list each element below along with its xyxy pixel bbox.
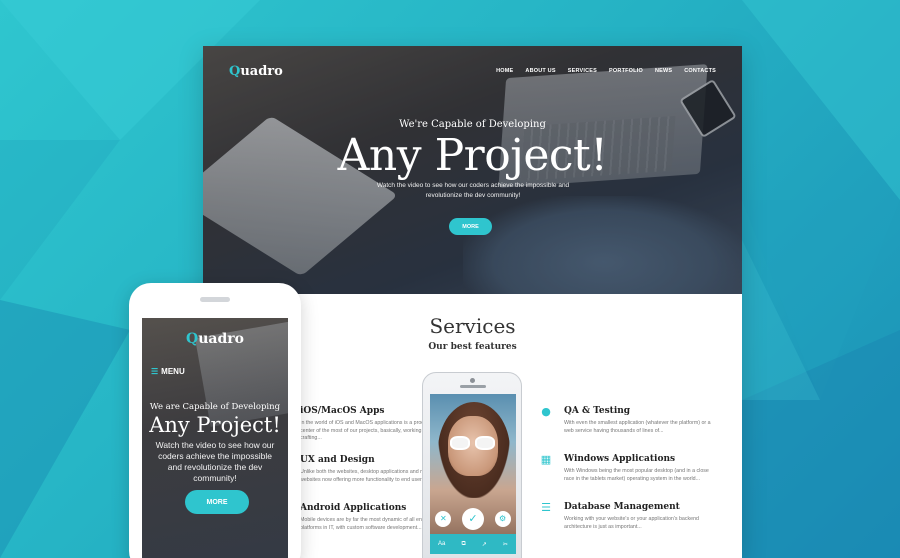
mobile-hero-title: Any Project!: [149, 413, 281, 437]
nav-item-portfolio[interactable]: PORTFOLIO: [609, 68, 643, 74]
feature-title: QA & Testing: [564, 406, 631, 416]
site-logo[interactable]: Quadro: [229, 64, 283, 79]
mobile-more-button[interactable]: MORE: [185, 490, 249, 514]
hero-description: Watch the video to see how our coders ac…: [376, 182, 570, 199]
mobile-logo[interactable]: Quadro: [142, 331, 288, 347]
hero-title: Any Project!: [337, 130, 608, 181]
mobile-hero-description: Watch the video to see how our coders ac…: [155, 440, 275, 483]
feature-title: Database Management: [564, 502, 680, 512]
nav-item-about-us[interactable]: ABOUT US: [525, 68, 555, 74]
phone-screen: ✕ ✓ ⚙ Aa ⧉ ↗ ✂: [430, 394, 516, 554]
nav-item-services[interactable]: SERVICES: [568, 68, 597, 74]
adjust-tool-icon[interactable]: ↗: [482, 541, 487, 548]
logo-initial: Q: [229, 64, 241, 79]
logo-text: uadro: [240, 64, 283, 79]
photo-toolbar: Aa ⧉ ↗ ✂: [430, 534, 516, 554]
phone-camera: [470, 378, 475, 383]
mobile-screen: Quadro ☰ MENU We are Capable of Developin…: [142, 318, 288, 558]
layers-tool-icon[interactable]: ⧉: [461, 541, 465, 548]
hero-more-button[interactable]: MORE: [449, 218, 492, 235]
nav-item-news[interactable]: NEWS: [655, 68, 672, 74]
logo-text: uadro: [198, 331, 244, 347]
logo-initial: Q: [186, 331, 199, 347]
menu-label: MENU: [161, 367, 185, 376]
feature-text: With Windows being the most popular desk…: [564, 468, 709, 482]
mobile-hero-subtitle: We are Capable of Developing: [149, 402, 281, 412]
main-nav: HOME ABOUT US SERVICES PORTFOLIO NEWS CO…: [496, 68, 716, 74]
nav-item-contacts[interactable]: CONTACTS: [684, 68, 716, 74]
photo-sunglasses: [450, 436, 496, 450]
crop-tool-icon[interactable]: ✂: [503, 541, 508, 548]
text-tool-icon[interactable]: Aa: [438, 541, 445, 547]
hero-subtitle: We're Capable of Developing: [399, 119, 546, 130]
close-icon[interactable]: ✕: [435, 511, 452, 527]
feature-qa-testing: ● QA & Testing With even the smallest ap…: [541, 405, 714, 435]
mobile-speaker: [200, 297, 230, 302]
feature-windows: ▦ Windows Applications With Windows bein…: [541, 453, 714, 483]
feature-title: Windows Applications: [564, 454, 676, 464]
phone-speaker: [460, 385, 486, 388]
hamburger-icon: ☰: [151, 367, 159, 376]
settings-icon[interactable]: ⚙: [494, 511, 511, 527]
hero-section: Quadro HOME ABOUT US SERVICES PORTFOLIO …: [203, 46, 742, 294]
feature-text: With even the smallest application (what…: [564, 420, 711, 434]
mobile-site-mockup: Quadro ☰ MENU We are Capable of Developin…: [129, 283, 301, 558]
center-phone-mockup: ✕ ✓ ⚙ Aa ⧉ ↗ ✂: [422, 372, 522, 558]
check-icon[interactable]: ✓: [461, 508, 484, 530]
feature-text: Working with your website's or your appl…: [564, 516, 700, 530]
database-icon: ☰: [541, 501, 551, 514]
chat-icon: ●: [541, 405, 551, 418]
windows-icon: ▦: [540, 453, 552, 466]
nav-item-home[interactable]: HOME: [496, 68, 513, 74]
photo-controls: ✕ ✓ ⚙: [430, 504, 516, 534]
mobile-menu-button[interactable]: ☰ MENU: [151, 367, 185, 376]
feature-database: ☰ Database Management Working with your …: [541, 501, 714, 531]
